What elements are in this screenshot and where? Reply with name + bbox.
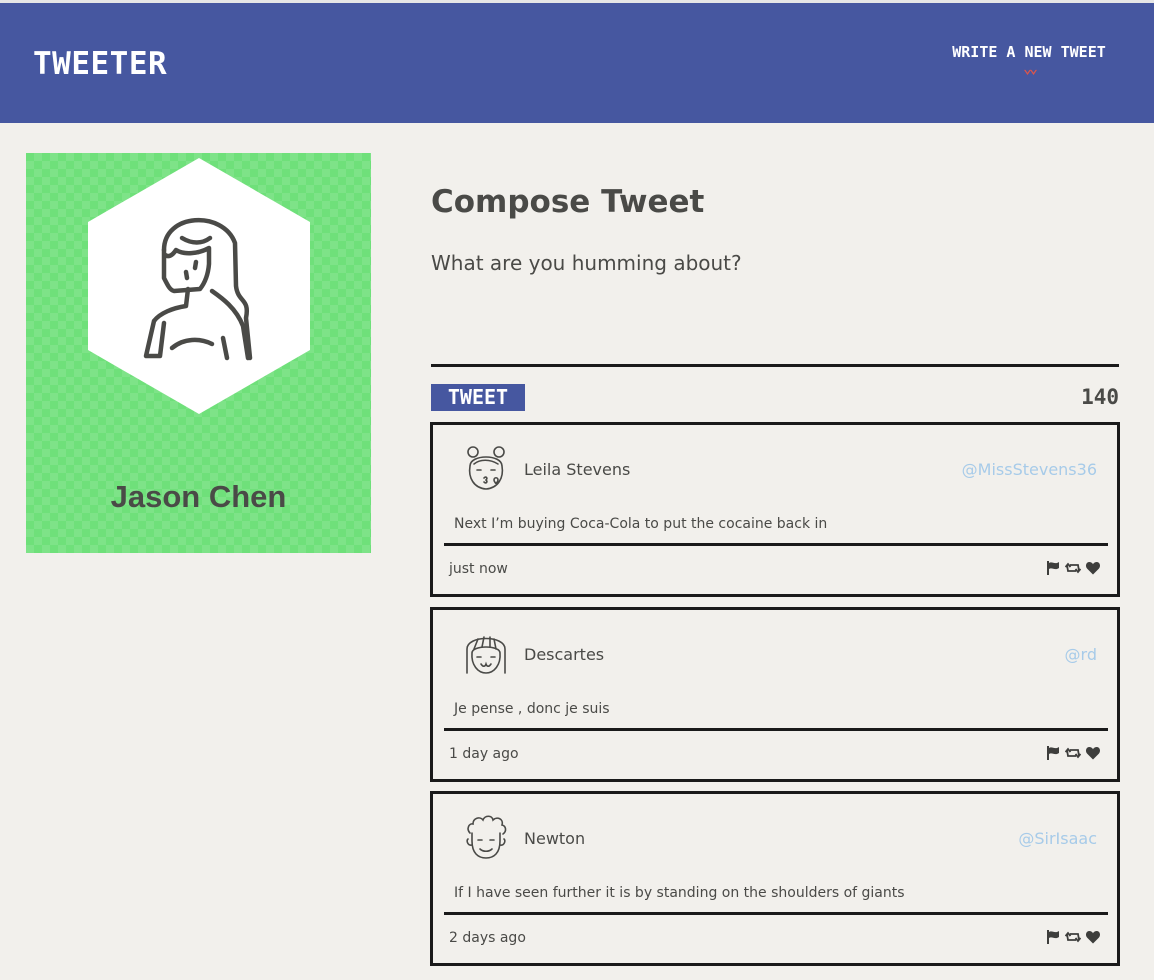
flag-icon[interactable] [1045,745,1061,761]
compose-tweet-input[interactable] [431,251,1119,363]
heart-icon[interactable] [1085,929,1101,945]
tweet-timestamp: 1 day ago [449,746,519,762]
compose-underline [431,364,1119,367]
character-counter: 140 [1081,385,1119,409]
tweet-actions [1045,745,1101,761]
profile-avatar [88,158,310,414]
tweet-author-name: Leila Stevens [524,460,631,479]
flag-icon[interactable] [1045,929,1061,945]
tweet-divider [444,728,1108,731]
retweet-icon[interactable] [1064,560,1082,576]
top-nav: TWEETER WRITE A NEW TWEET ⌄⌄ [0,3,1154,123]
tweet-author-handle[interactable]: @SirIsaac [1018,829,1097,848]
brand-logo[interactable]: TWEETER [33,46,167,82]
tweet-card: Descartes @rd Je pense , donc je suis 1 … [430,607,1120,782]
girl-buns-kiss-avatar-icon [467,446,505,490]
tweet-divider [444,912,1108,915]
tweet-author-name: Descartes [524,645,605,664]
retweet-icon[interactable] [1064,745,1082,761]
tweet-card: Leila Stevens @MissStevens36 Next I’m bu… [430,422,1120,597]
tweet-timestamp: 2 days ago [449,930,526,946]
profile-card: Jason Chen [26,153,371,553]
tweet-divider [444,543,1108,546]
tweet-card: Newton @SirIsaac If I have seen further … [430,791,1120,966]
flag-icon[interactable] [1045,560,1061,576]
heart-icon[interactable] [1085,560,1101,576]
tweet-submit-button[interactable]: TWEET [431,384,525,411]
tweet-text: Je pense , donc je suis [454,701,610,717]
write-new-tweet-link[interactable]: WRITE A NEW TWEET ⌄⌄ [944,43,1114,77]
long-hair-smile-avatar-icon [466,636,506,674]
heart-icon[interactable] [1085,745,1101,761]
tweet-text: If I have seen further it is by standing… [454,885,905,901]
profile-name: Jason Chen [110,479,287,514]
tweet-author-handle[interactable]: @rd [1065,645,1097,664]
retweet-icon[interactable] [1064,929,1082,945]
tweet-actions [1045,560,1101,576]
compose-title: Compose Tweet [431,184,705,220]
double-chevron-down-icon: ⌄⌄ [1022,59,1038,77]
tweet-author-handle[interactable]: @MissStevens36 [962,460,1097,479]
curly-hair-avatar-icon [466,815,507,859]
tweet-actions [1045,929,1101,945]
tweet-author-name: Newton [524,829,586,848]
tweet-text: Next I’m buying Coca-Cola to put the coc… [454,516,828,532]
tweet-timestamp: just now [449,561,508,577]
